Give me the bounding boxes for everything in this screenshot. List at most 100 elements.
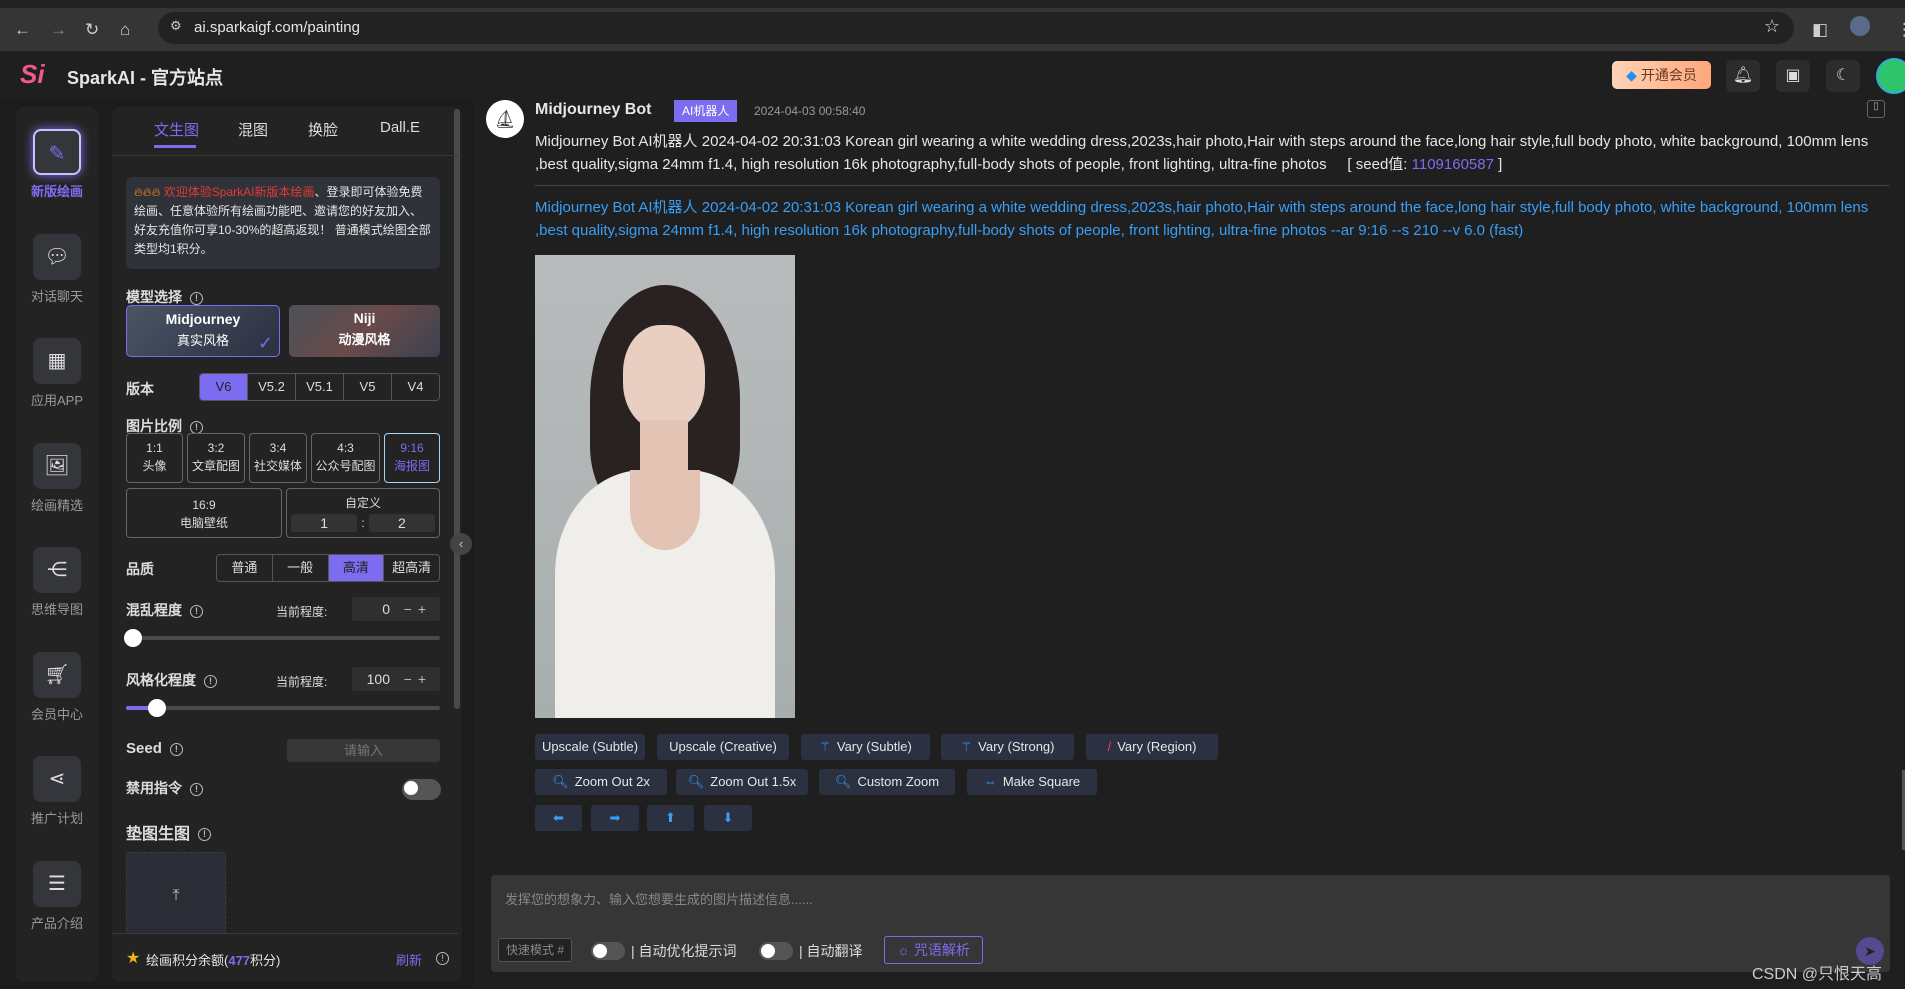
seed-label: Seed! — [126, 740, 183, 757]
info-icon: ! — [436, 952, 449, 965]
reload-icon[interactable]: ↻ — [85, 20, 99, 40]
sidebar-item-promotion[interactable]: ⋖ 推广计划 — [16, 756, 98, 827]
tab-blend[interactable]: 混图 — [238, 119, 268, 140]
address-bar[interactable]: ⚙ ai.sparkaigf.com/painting ☆ — [158, 12, 1794, 44]
quality-option[interactable]: 一般 — [271, 555, 328, 581]
pan-down-button[interactable]: ⬇ — [704, 805, 752, 831]
upscale-creative-button[interactable]: Upscale (Creative) — [657, 734, 789, 760]
vary-subtle-button[interactable]: ⚚ Vary (Subtle) — [801, 734, 930, 760]
quality-option[interactable]: 超高清 — [383, 555, 439, 581]
quality-option[interactable]: 高清 — [327, 555, 384, 581]
site-info-icon[interactable]: ⚙ — [170, 18, 182, 34]
sidebar-item-apps[interactable]: ▦ 应用APP — [16, 338, 98, 409]
panel-footer: ★ 绘画积分余额(477积分) 刷新 ! — [112, 933, 458, 982]
back-icon[interactable]: ← — [14, 20, 31, 40]
custom-zoom-button[interactable]: 🔍︎ Custom Zoom — [819, 769, 955, 795]
ratio-option[interactable]: 4:3 公众号配图 — [311, 433, 380, 483]
forward-icon[interactable]: → — [50, 20, 67, 40]
ratio-option[interactable]: 3:2 文章配图 — [187, 433, 245, 483]
no-command-toggle[interactable] — [402, 779, 441, 800]
version-option[interactable]: V5 — [343, 374, 391, 400]
panel-scrollbar[interactable] — [454, 109, 460, 709]
notification-button[interactable]: 🔔︎ — [1726, 60, 1760, 92]
magic-wand-icon: ⚚ — [819, 739, 831, 754]
upload-area[interactable]: ⤒ — [126, 852, 226, 937]
custom-height-input[interactable]: 2 — [368, 514, 435, 532]
prompt-textarea[interactable]: 发挥您的想象力、输入您想要生成的图片描述信息...... — [505, 889, 813, 908]
slider-handle[interactable] — [124, 629, 142, 647]
version-option[interactable]: V6 — [200, 374, 247, 400]
paint-icon: ✎ — [33, 129, 81, 175]
version-option[interactable]: V5.2 — [247, 374, 295, 400]
sidebar-item-chat[interactable]: 💬︎ 对话聊天 — [16, 234, 98, 305]
chaos-current-label: 当前程度: — [276, 605, 328, 619]
sidebar-item-mindmap[interactable]: ⋲ 思维导图 — [16, 547, 98, 618]
chevron-left-icon: ‹ — [458, 536, 464, 551]
analyze-button[interactable]: ☼ 咒语解析 — [884, 936, 983, 964]
vip-button[interactable]: ◆ 开通会员 — [1612, 61, 1711, 89]
chaos-stepper[interactable]: 0 −+ — [352, 597, 440, 621]
tab-faceswap[interactable]: 换脸 — [308, 119, 338, 140]
image-ref-label: 垫图生图! — [126, 820, 212, 844]
profile-avatar[interactable] — [1850, 16, 1870, 36]
make-square-button[interactable]: ⇔ Make Square — [967, 769, 1097, 795]
menu-icon[interactable]: ⋮ — [1896, 20, 1905, 40]
pan-right-button[interactable]: ➡ — [591, 805, 639, 831]
home-icon[interactable]: ⌂ — [120, 20, 130, 40]
theme-toggle-button[interactable]: ☾ — [1826, 60, 1860, 92]
gift-button[interactable]: ▣ — [1776, 60, 1810, 92]
vary-strong-button[interactable]: ⚚ Vary (Strong) — [941, 734, 1074, 760]
custom-width-input[interactable]: 1 — [291, 514, 358, 532]
quality-option[interactable]: 普通 — [217, 555, 272, 581]
tab-dalle[interactable]: Dall.E — [380, 119, 420, 136]
minus-plus-icon[interactable]: −+ — [404, 597, 432, 621]
ratio-option[interactable]: 16:9 电脑壁纸 — [126, 488, 282, 538]
mode-input[interactable]: 快速模式 # — [498, 938, 572, 962]
pan-up-button[interactable]: ⬆ — [647, 805, 694, 831]
bookmark-star-icon[interactable]: ☆ — [1764, 16, 1780, 37]
zoom-out-1-5x-button[interactable]: 🔍︎ Zoom Out 1.5x — [676, 769, 808, 795]
message-divider — [535, 185, 1889, 186]
ratio-option[interactable]: 1:1 头像 — [126, 433, 183, 483]
info-icon: ! — [198, 828, 212, 842]
side-panel-icon[interactable]: ◧ — [1812, 20, 1828, 40]
zoom-out-2x-button[interactable]: 🔍︎ Zoom Out 2x — [535, 769, 667, 795]
upscale-subtle-button[interactable]: Upscale (Subtle) — [535, 734, 645, 760]
seed-input[interactable]: 请输入 — [287, 739, 440, 762]
pan-left-button[interactable]: ⬅ — [535, 805, 582, 831]
notice-box: 🔥︎🔥︎🔥︎ 欢迎体验SparkAI新版本绘画、登录即可体验免费绘画、任意体验所… — [126, 177, 440, 269]
stylize-current-label: 当前程度: — [276, 675, 328, 689]
collapse-panel-button[interactable]: ‹ — [450, 533, 472, 555]
slider-handle[interactable] — [148, 699, 167, 717]
tab-text-to-image[interactable]: 文生图 — [154, 119, 199, 140]
sidebar-item-product[interactable]: ☰ 产品介绍 — [16, 861, 98, 932]
model-card-midjourney[interactable]: Midjourney 真实风格 ✓ — [126, 305, 280, 357]
model-card-niji[interactable]: Niji 动漫风格 — [289, 305, 440, 357]
user-avatar[interactable] — [1876, 58, 1905, 94]
seed-value[interactable]: 1109160587 — [1412, 156, 1494, 173]
sidebar-item-member[interactable]: 🛒︎ 会员中心 — [16, 652, 98, 723]
minus-plus-icon[interactable]: −+ — [404, 667, 432, 691]
bot-badge: AI机器人 — [674, 100, 738, 122]
sidebar-item-new-painting[interactable]: ✎ 新版绘画 — [16, 129, 98, 200]
cart-icon: 🛒︎ — [33, 652, 81, 698]
ratio-option-selected[interactable]: 9:16 海报图 — [384, 433, 440, 483]
apps-icon: ▦ — [33, 338, 81, 384]
vary-region-button[interactable]: / Vary (Region) — [1086, 734, 1218, 760]
info-icon: ! — [190, 782, 203, 796]
auto-translate-toggle[interactable] — [759, 942, 793, 960]
version-option[interactable]: V4 — [391, 374, 439, 400]
auto-optimize-toggle[interactable] — [591, 942, 625, 960]
stylize-stepper[interactable]: 100 −+ — [352, 667, 440, 691]
refresh-link[interactable]: 刷新 — [396, 950, 422, 969]
version-option[interactable]: V5.1 — [295, 374, 343, 400]
gallery-icon: 🖼︎ — [33, 443, 81, 489]
mindmap-icon: ⋲ — [33, 547, 81, 593]
generated-image[interactable] — [535, 255, 795, 718]
sidebar-item-gallery[interactable]: 🖼︎ 绘画精选 — [16, 443, 98, 514]
ratio-option[interactable]: 3:4 社交媒体 — [249, 433, 307, 483]
chaos-slider[interactable] — [124, 629, 440, 647]
brush-icon: / — [1107, 739, 1112, 754]
stylize-slider[interactable] — [126, 699, 440, 717]
delete-icon[interactable]: ▯ — [1867, 100, 1885, 118]
